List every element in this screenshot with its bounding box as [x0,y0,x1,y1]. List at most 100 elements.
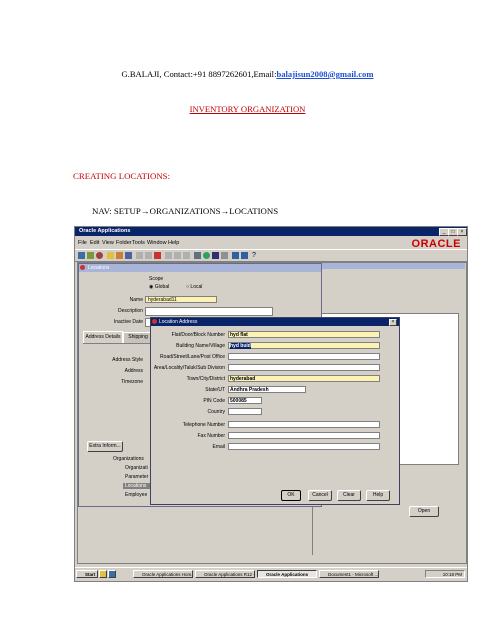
start-button[interactable]: Start [76,570,98,578]
task-oracle-applications[interactable]: Oracle Applications [257,570,317,578]
dialog-title: Location Address [159,319,198,325]
scope-label: Scope [149,276,164,282]
email-label: Email [212,444,225,450]
telephone-label: Telephone Number [182,422,225,428]
toolbar: ? [75,249,467,262]
state-field[interactable]: Andhra Pradesh [228,386,306,393]
menu-window[interactable]: Window [147,240,167,246]
area-label: Area/Locality/Taluk/Sub Division [153,365,225,371]
email-link[interactable]: balajisun2008@gmail.com [276,69,373,79]
navigator-titlebar [313,263,465,269]
email-field[interactable] [228,443,380,450]
menu-folder[interactable]: Folder [116,240,132,246]
address-style-label: Address Style [112,357,143,363]
task-document1[interactable]: Document1 - Microsoft ... [319,570,379,578]
town-label: Town/City/District [186,376,225,382]
attachments-icon[interactable] [194,252,201,259]
arrow-icon: → [140,206,150,216]
state-label: State/UT [205,387,225,393]
arrow-icon: → [220,206,230,216]
paste-icon[interactable] [183,252,190,259]
menu-bar: File Edit View Folder Tools Window Help [75,237,467,248]
help-icon[interactable]: ? [252,252,259,259]
road-label: Road/Street/Lane/Post Office [160,354,225,360]
name-label: Name [129,297,143,303]
scope-global-radio[interactable]: ◉ Global [149,284,169,290]
form-icon [80,265,85,270]
flat-field[interactable]: hyd flat [228,331,380,338]
country-field[interactable] [228,408,262,415]
locations-titlebar: Locations [79,264,321,272]
timezone-label: Timezone [121,379,143,385]
folder-icon[interactable] [125,252,132,259]
menu-file[interactable]: File [78,240,87,246]
translate-icon[interactable] [116,252,123,259]
new-icon[interactable] [136,252,143,259]
taskbar: Start Oracle Applications Hom... Oracle … [75,567,467,580]
dialog-icon [152,319,157,324]
header-contact: G.BALAJI, Contact:+91 8897262601,Email: [121,69,277,79]
folder-tools-icon[interactable] [212,252,219,259]
oracle-screenshot: Oracle Applications _ □ × File Edit View… [74,226,468,582]
town-field[interactable]: hyderabad [228,375,380,382]
delete-icon[interactable] [154,252,161,259]
menu-tools[interactable]: Tools [132,240,145,246]
menu-view[interactable]: View [102,240,114,246]
extra-info-button[interactable]: Extra Inform... [87,441,123,452]
find-icon[interactable] [107,252,114,259]
fax-label: Fax Number [197,433,225,439]
zoom-icon[interactable] [96,252,103,259]
open-button[interactable]: Open [409,506,439,517]
tree-item[interactable]: Parameter [125,474,148,480]
tab-address-details[interactable]: Address Details [83,331,123,343]
location-address-dialog: Location Address × Flat/Door/Block Numbe… [150,317,400,505]
telephone-field[interactable] [228,421,380,428]
window-icon[interactable] [232,252,239,259]
navigator-icon[interactable] [87,252,94,259]
nav-setup: NAV: SETUP [92,206,141,216]
task-oracle-home[interactable]: Oracle Applications Hom... [133,570,193,578]
dialog-titlebar: Location Address × [151,318,399,326]
edit-icon[interactable] [221,252,228,259]
quicklaunch-icon[interactable] [99,570,107,578]
task-oracle-r12[interactable]: Oracle Applications R12 -... [195,570,255,578]
road-field[interactable] [228,353,380,360]
clear-button[interactable]: Clear [337,490,361,501]
nav-locations: LOCATIONS [229,206,279,216]
description-field[interactable] [145,307,273,316]
globe-icon[interactable] [203,252,210,259]
tab-shipping[interactable]: Shipping [123,332,153,343]
menu-edit[interactable]: Edit [90,240,99,246]
window-icon[interactable] [241,252,248,259]
description-label: Description [117,308,143,314]
close-icon[interactable]: × [457,228,467,236]
quicklaunch-icon[interactable] [108,570,116,578]
tree-item[interactable]: Organizati [125,465,148,471]
name-field[interactable]: hyderabad11 [145,296,217,303]
flat-label: Flat/Door/Block Number [171,332,225,338]
address-label: Address [124,368,143,374]
save-icon[interactable] [78,252,85,259]
building-field[interactable]: hyd buid [228,342,380,349]
scope-local-radio[interactable]: ○ Local [186,284,202,290]
area-field[interactable] [228,364,380,371]
menu-help[interactable]: Help [168,240,179,246]
fax-field[interactable] [228,432,380,439]
address-fields: Flat/Door/Block Number hyd flat Building… [151,330,399,470]
building-label: Building Name/Village [176,343,225,349]
tree-item[interactable]: Organizations [113,456,144,462]
help-button[interactable]: Help [366,490,390,501]
navigation-path: NAV: SETUP→ORGANIZATIONS→LOCATIONS [92,206,278,216]
pin-code-label: PIN Code [203,398,225,404]
tree-item[interactable]: Employee [125,492,147,498]
copy-icon[interactable] [174,252,181,259]
inactive-date-label: Inactive Date [113,319,143,325]
clear-icon[interactable] [145,252,152,259]
ok-button[interactable]: OK [281,490,301,501]
dialog-close-icon[interactable]: × [389,319,397,326]
window-title: Oracle Applications [79,228,131,234]
window-titlebar: Oracle Applications _ □ × [75,227,467,236]
pin-code-field[interactable]: 500085 [228,397,262,404]
cut-icon[interactable] [165,252,172,259]
cancel-button[interactable]: Cancel [308,490,332,501]
